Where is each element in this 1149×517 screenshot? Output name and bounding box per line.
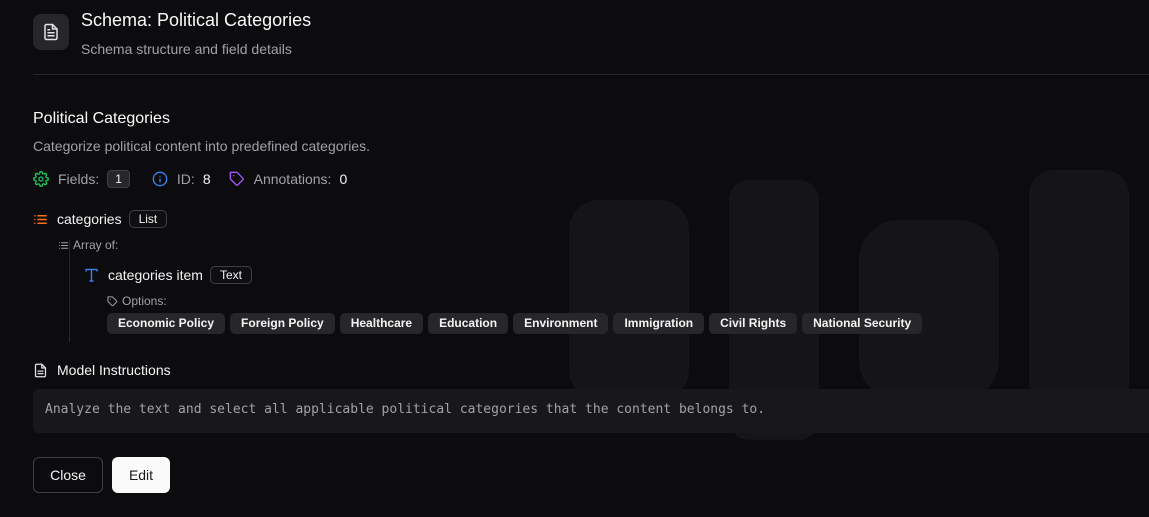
option-chip: Healthcare [339,313,424,334]
schema-description: Categorize political content into predef… [33,138,370,154]
file-text-icon [34,363,47,377]
list-small-icon [58,241,69,249]
tree-guide-line [69,240,70,342]
edit-button[interactable]: Edit [112,457,170,493]
annotations-value: 0 [339,171,348,187]
id-group: ID: 8 [152,171,211,187]
id-value: 8 [202,171,211,187]
tag-small-icon [107,295,118,306]
close-button[interactable]: Close [33,457,103,493]
field-type-badge: List [128,210,168,228]
text-type-icon [85,268,98,282]
dialog-title: Schema: Political Categories [81,10,312,30]
option-chip: National Security [802,313,923,334]
fields-count-group: Fields: 1 [33,170,130,188]
options-label: Options: [122,294,167,308]
field-row-categories-item: categories item Text [85,264,252,286]
options-label-row: Options: [107,294,167,308]
tag-icon [229,171,244,186]
gear-icon [33,171,49,187]
list-icon [34,214,47,224]
dialog-subtitle: Schema structure and field details [81,41,292,57]
item-type-badge: Text [209,266,252,284]
instructions-label: Model Instructions [57,362,171,378]
option-chip: Civil Rights [709,313,798,334]
dialog-header: Schema: Political Categories Schema stru… [33,0,1149,75]
annotations-label: Annotations: [253,171,332,187]
array-of-label: Array of: [73,238,119,252]
document-icon [33,14,69,50]
field-row-categories: categories List [33,208,168,230]
fields-count-badge: 1 [107,170,130,188]
options-list: Economic Policy Foreign Policy Healthcar… [107,313,927,334]
item-name: categories item [108,267,203,283]
array-of-label-row: Array of: [58,238,118,252]
id-label: ID: [176,171,195,187]
info-icon [152,171,168,187]
instructions-text: Analyze the text and select all applicab… [45,402,766,417]
fields-label: Fields: [58,171,100,187]
instructions-box: Analyze the text and select all applicab… [33,389,1149,433]
schema-name: Political Categories [33,110,170,127]
field-name: categories [57,211,122,227]
annotations-group: Annotations: 0 [229,171,348,187]
instructions-header: Model Instructions [33,362,171,378]
option-chip: Education [428,313,509,334]
option-chip: Foreign Policy [230,313,335,334]
option-chip: Environment [513,313,609,334]
schema-meta: Fields: 1 ID: 8 Annotations: 0 [33,168,365,190]
option-chip: Immigration [613,313,705,334]
option-chip: Economic Policy [107,313,226,334]
